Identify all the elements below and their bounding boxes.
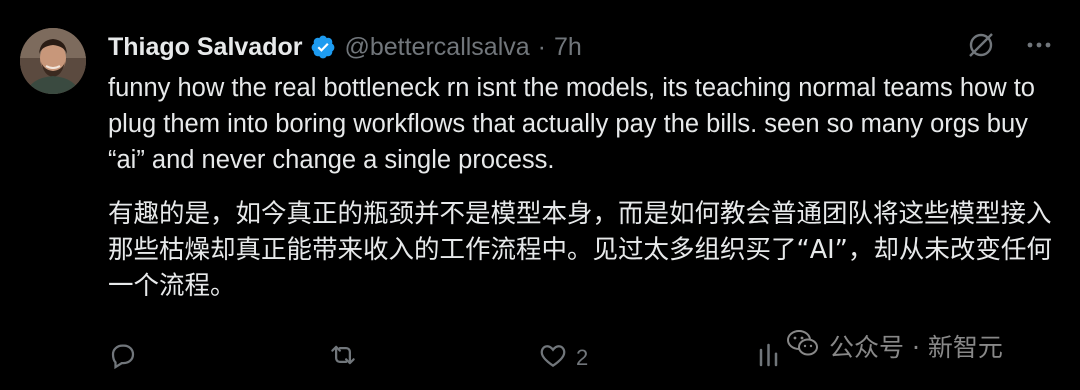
- like-button[interactable]: 2: [538, 338, 588, 378]
- tweet-text-en: funny how the real bottleneck rn isnt th…: [108, 70, 1063, 178]
- avatar[interactable]: [20, 28, 86, 94]
- like-icon: [538, 340, 568, 376]
- reply-button[interactable]: [108, 338, 146, 378]
- verified-badge-icon: [310, 34, 336, 60]
- tweet-text-en-paragraph: funny how the real bottleneck rn isnt th…: [108, 74, 1035, 174]
- tweet[interactable]: Thiago Salvador @bettercallsalva · 7h fu…: [0, 0, 1080, 390]
- tweet-top-actions: [964, 28, 1056, 62]
- separator-dot: ·: [537, 32, 546, 61]
- more-icon[interactable]: [1022, 28, 1056, 62]
- watermark-text: 公众号 · 新智元: [829, 333, 1003, 362]
- author-name[interactable]: Thiago Salvador: [108, 33, 302, 62]
- grok-icon[interactable]: [964, 28, 998, 62]
- tweet-time[interactable]: 7h: [554, 33, 582, 62]
- views-icon: [756, 340, 786, 376]
- tweet-text-zh-paragraph: 有趣的是，如今真正的瓶颈并不是模型本身，而是如何教会普通团队将这些模型接入那些枯…: [108, 199, 1052, 301]
- tweet-header: Thiago Salvador @bettercallsalva · 7h: [108, 30, 582, 64]
- like-count: 2: [576, 345, 589, 370]
- watermark: 公众号 · 新智元: [785, 327, 1003, 365]
- reply-icon: [108, 340, 138, 376]
- tweet-text-zh: 有趣的是，如今真正的瓶颈并不是模型本身，而是如何教会普通团队将这些模型接入那些枯…: [108, 196, 1063, 304]
- retweet-icon: [328, 340, 358, 376]
- retweet-button[interactable]: [328, 338, 366, 378]
- wechat-icon: [785, 327, 821, 365]
- author-handle[interactable]: @bettercallsalva: [344, 33, 529, 62]
